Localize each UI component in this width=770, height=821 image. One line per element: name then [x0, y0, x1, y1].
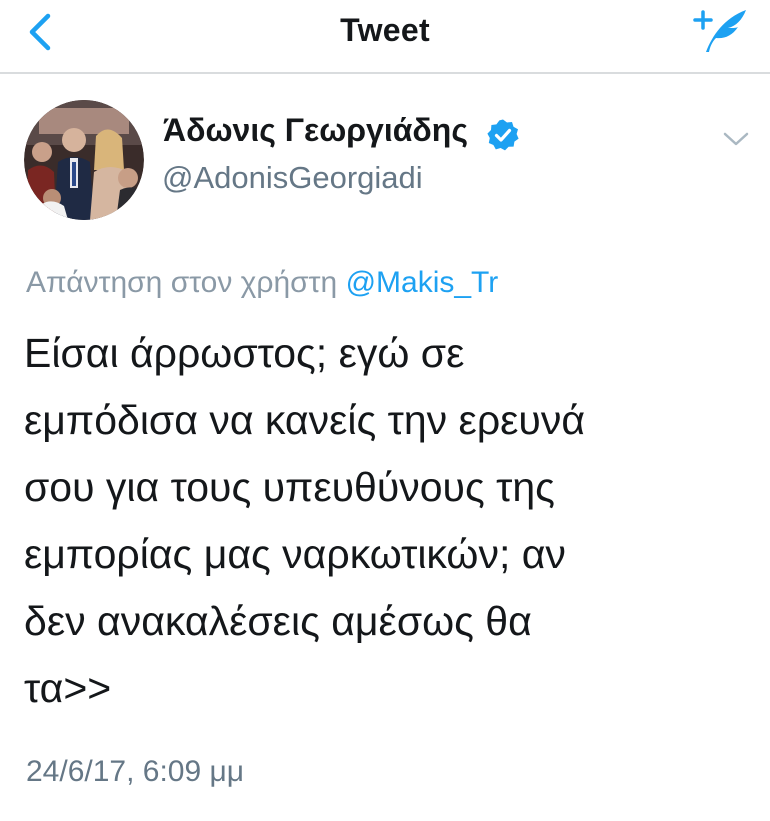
- compose-tweet-button[interactable]: [690, 6, 750, 56]
- verified-badge-icon: [487, 119, 519, 151]
- avatar[interactable]: [24, 100, 144, 220]
- compose-tweet-icon: [693, 10, 746, 52]
- reply-mention-link[interactable]: @Makis_Tr: [346, 266, 499, 299]
- author-display-name[interactable]: Άδωνις Γεωργιάδης: [163, 112, 468, 149]
- reply-prefix-label: Απάντηση στον χρήστη: [26, 266, 338, 299]
- profile-photo-icon: [24, 100, 144, 220]
- navigation-bar: Tweet: [0, 0, 770, 74]
- tweet-text: Είσαι άρρωστος; εγώ σε εμπόδισα να κανεί…: [24, 330, 586, 711]
- page-title: Tweet: [340, 12, 430, 48]
- chevron-down-icon[interactable]: [719, 124, 753, 154]
- reply-context: Απάντηση στον χρήστη @Makis_Tr: [26, 266, 498, 300]
- author-handle[interactable]: @AdonisGeorgiadi: [162, 160, 423, 196]
- tweet-timestamp: 24/6/17, 6:09 μμ: [26, 755, 245, 788]
